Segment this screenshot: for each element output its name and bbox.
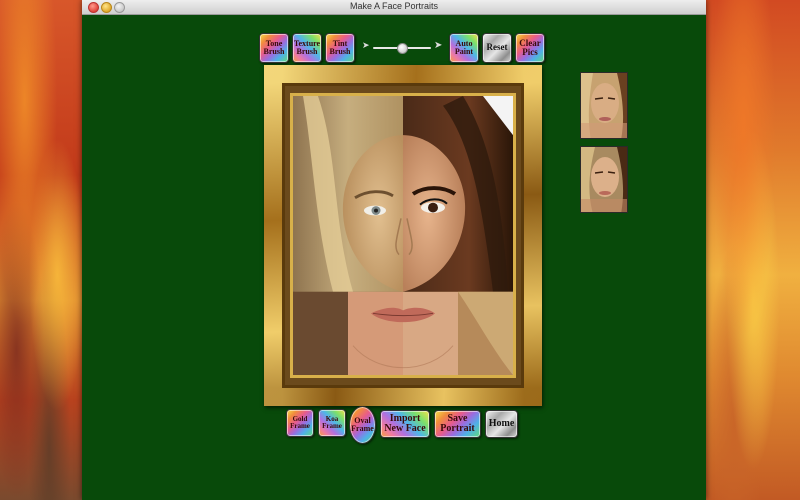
home-label: Home	[488, 417, 515, 429]
portrait-canvas[interactable]	[290, 93, 516, 378]
reset-button[interactable]: Reset	[482, 33, 512, 63]
composite-face-image[interactable]	[293, 96, 513, 375]
clear-pics-button[interactable]: Clear Pics	[515, 33, 545, 63]
tone-brush-label-2: Brush	[263, 47, 285, 56]
texture-brush-button[interactable]: Texture Brush	[292, 33, 322, 63]
window-title: Make A Face Portraits	[349, 1, 439, 11]
face-thumbnail-2[interactable]	[580, 146, 628, 213]
tint-brush-button[interactable]: Tint Brush	[325, 33, 355, 63]
portrait-frame	[264, 65, 542, 406]
oval-frame-label-2: Frame	[351, 424, 374, 433]
tint-brush-label-2: Brush	[329, 47, 351, 56]
tone-brush-button[interactable]: Tone Brush	[259, 33, 289, 63]
texture-brush-label-2: Brush	[296, 47, 318, 56]
save-portrait-button[interactable]: Save Portrait	[434, 410, 481, 438]
title-bar[interactable]: Make A Face Portraits	[82, 0, 706, 15]
koa-frame-label-2: Frame	[322, 422, 342, 430]
auto-paint-button[interactable]: Auto Paint	[449, 33, 479, 63]
small-arrow-icon: ➤	[362, 41, 370, 51]
reset-label: Reset	[486, 42, 508, 53]
oval-frame-button[interactable]: Oval Frame	[349, 406, 376, 444]
clear-pics-label-2: Pics	[522, 47, 538, 57]
app-window: Make A Face Portraits Tone Brush Texture B…	[82, 0, 706, 500]
auto-paint-label-2: Paint	[454, 47, 474, 56]
brush-size-slider-knob[interactable]	[396, 43, 408, 54]
import-new-face-button[interactable]: Import New Face	[380, 410, 430, 438]
home-button[interactable]: Home	[485, 410, 518, 438]
import-new-face-label-2: New Face	[384, 423, 426, 434]
desktop-wallpaper-right	[706, 0, 800, 500]
desktop-wallpaper-left	[0, 0, 82, 500]
koa-frame-button[interactable]: Koa Frame	[318, 409, 346, 437]
large-arrow-icon: ➤	[434, 40, 443, 51]
gold-frame-button[interactable]: Gold Frame	[286, 409, 314, 437]
save-portrait-label-2: Portrait	[440, 423, 475, 434]
gold-frame-label-2: Frame	[290, 422, 310, 430]
face-thumbnail-1[interactable]	[580, 72, 628, 139]
